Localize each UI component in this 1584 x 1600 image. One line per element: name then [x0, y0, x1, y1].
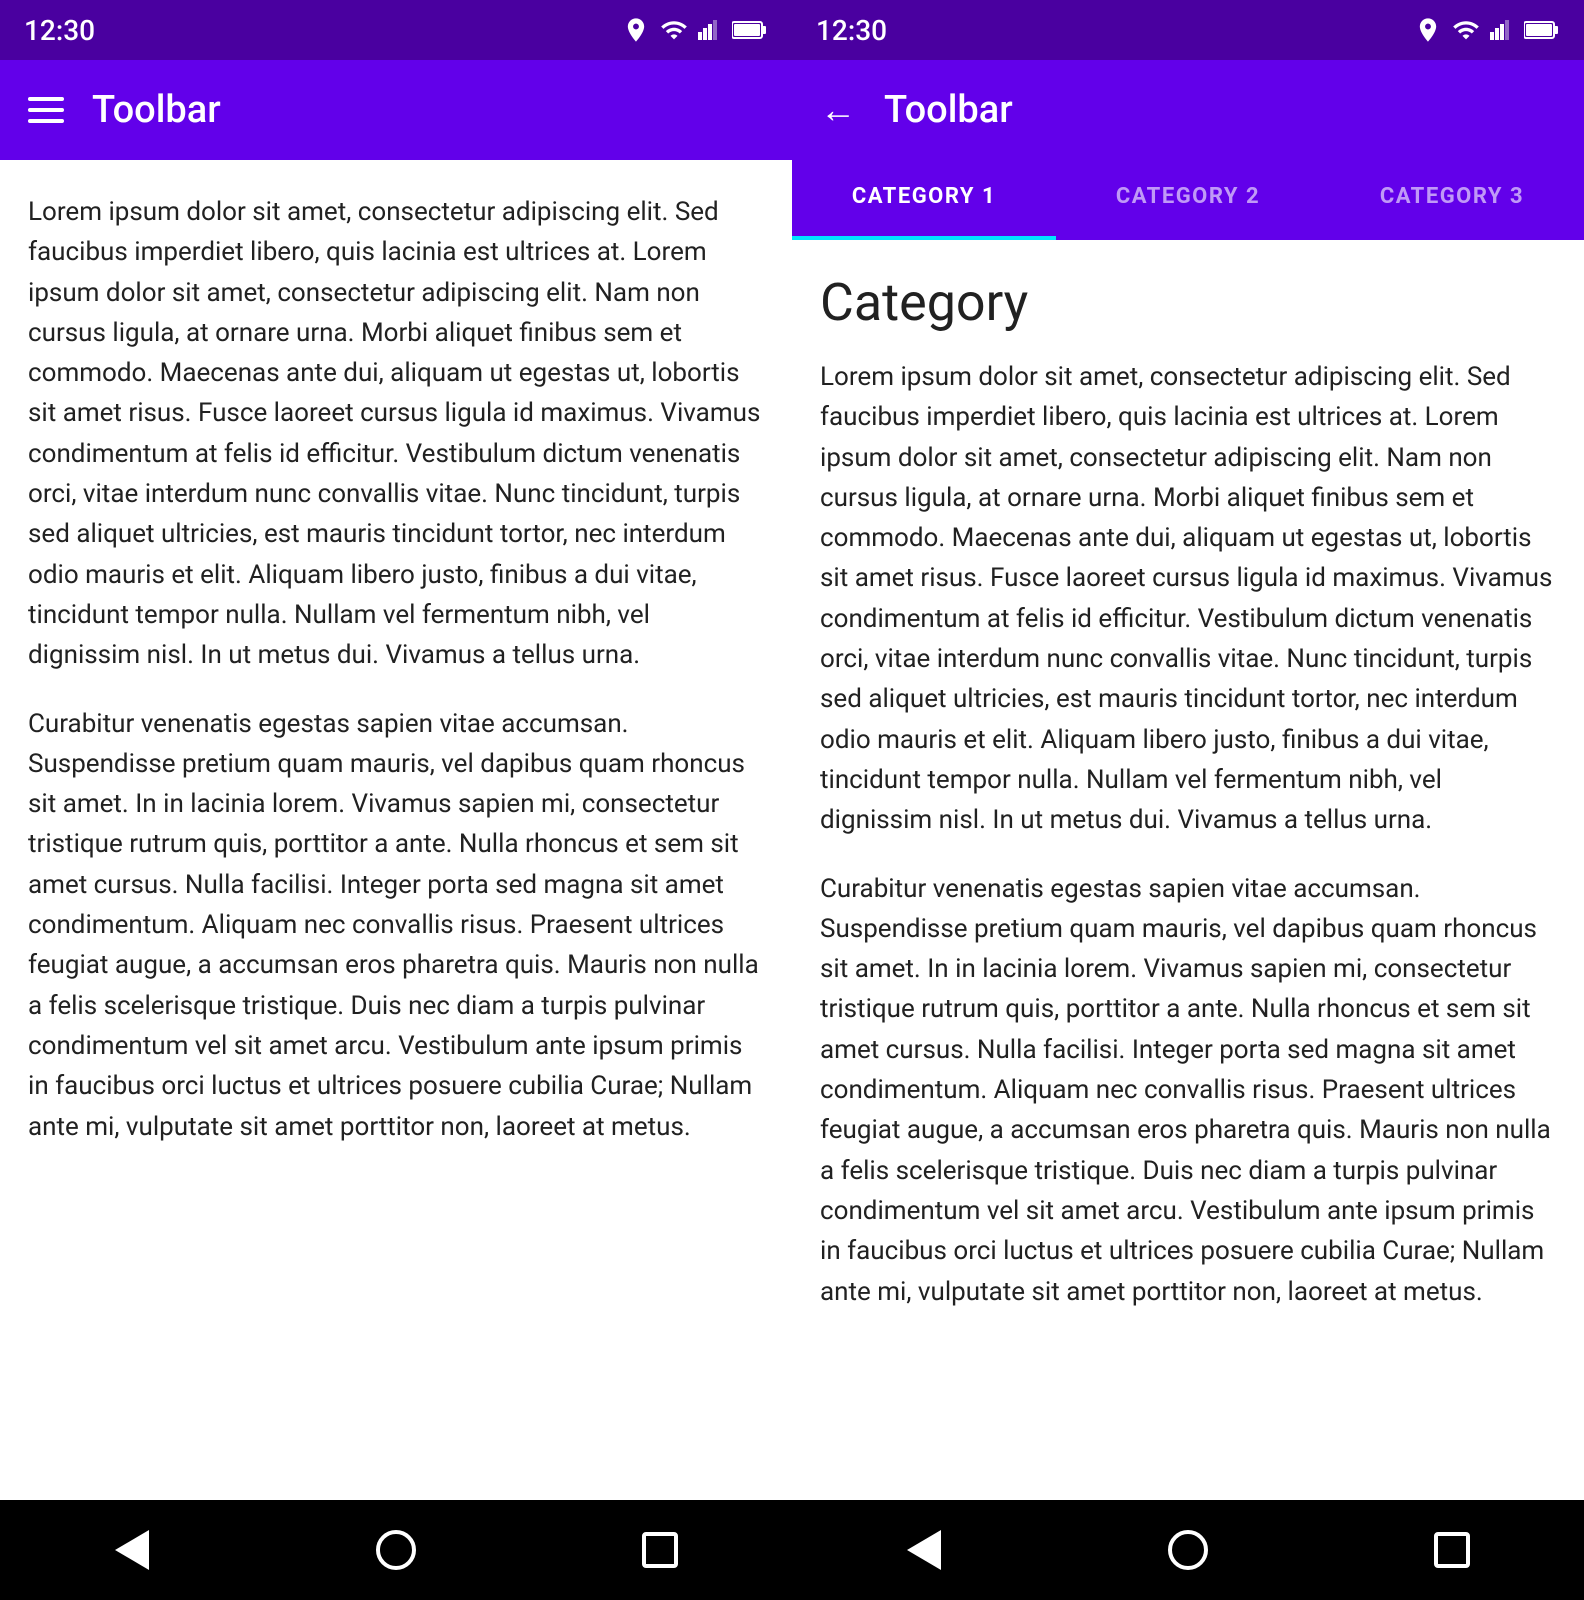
location-icon: [622, 16, 650, 44]
hamburger-icon[interactable]: [28, 97, 64, 123]
left-home-icon: [376, 1530, 416, 1570]
category-title: Category: [820, 272, 1556, 333]
right-back-icon: [907, 1530, 941, 1570]
left-content-area: Lorem ipsum dolor sit amet, consectetur …: [0, 160, 792, 1500]
signal-icon: [698, 16, 722, 44]
right-status-bar: 12:30: [792, 0, 1584, 60]
right-content-area: Category Lorem ipsum dolor sit amet, con…: [792, 240, 1584, 1500]
left-home-button[interactable]: [366, 1520, 426, 1580]
wifi-icon: [660, 16, 688, 44]
left-status-icons: [622, 16, 768, 44]
right-signal-icon: [1490, 16, 1514, 44]
left-paragraph-1: Lorem ipsum dolor sit amet, consectetur …: [28, 192, 764, 676]
left-time: 12:30: [24, 14, 95, 47]
left-toolbar-title: Toolbar: [92, 88, 221, 132]
right-home-button[interactable]: [1158, 1520, 1218, 1580]
right-battery-icon: [1524, 16, 1560, 44]
left-recent-icon: [642, 1532, 678, 1568]
tab-category-1[interactable]: CATEGORY 1: [792, 160, 1056, 240]
right-home-icon: [1168, 1530, 1208, 1570]
back-arrow-icon[interactable]: ←: [820, 92, 856, 128]
left-recent-button[interactable]: [630, 1520, 690, 1580]
left-status-bar: 12:30: [0, 0, 792, 60]
left-phone: 12:30 Toolbar Lorem ipsum dolor sit amet…: [0, 0, 792, 1600]
right-paragraph-2: Curabitur venenatis egestas sapien vitae…: [820, 869, 1556, 1312]
battery-icon: [732, 16, 768, 44]
right-wifi-icon: [1452, 16, 1480, 44]
tab-category-2[interactable]: CATEGORY 2: [1056, 160, 1320, 240]
right-status-icons: [1414, 16, 1560, 44]
right-nav-bar: [792, 1500, 1584, 1600]
right-paragraph-1: Lorem ipsum dolor sit amet, consectetur …: [820, 357, 1556, 841]
left-back-icon: [115, 1530, 149, 1570]
right-back-button[interactable]: [894, 1520, 954, 1580]
left-paragraph-2: Curabitur venenatis egestas sapien vitae…: [28, 704, 764, 1147]
tab-bar: CATEGORY 1 CATEGORY 2 CATEGORY 3: [792, 160, 1584, 240]
left-nav-bar: [0, 1500, 792, 1600]
right-toolbar-title: Toolbar: [884, 88, 1013, 132]
left-toolbar: Toolbar: [0, 60, 792, 160]
right-location-icon: [1414, 16, 1442, 44]
right-toolbar: ← Toolbar: [792, 60, 1584, 160]
right-recent-icon: [1434, 1532, 1470, 1568]
tab-category-3[interactable]: CATEGORY 3: [1320, 160, 1584, 240]
right-time: 12:30: [816, 14, 887, 47]
right-phone: 12:30 ← Toolbar CATEGORY 1 CATEGORY 2 CA…: [792, 0, 1584, 1600]
left-back-button[interactable]: [102, 1520, 162, 1580]
right-recent-button[interactable]: [1422, 1520, 1482, 1580]
